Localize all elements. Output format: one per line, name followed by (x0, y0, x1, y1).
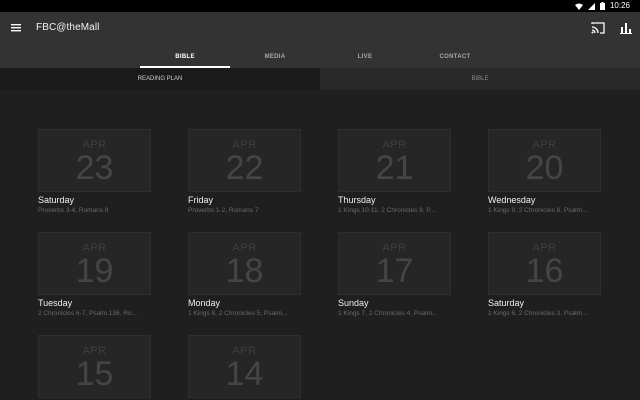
wifi-icon (574, 3, 583, 10)
reading-card[interactable]: APR 15 (38, 335, 151, 398)
date-tile: APR 23 (38, 129, 151, 192)
reading-weekday: Saturday (488, 298, 525, 308)
reading-card[interactable]: APR 17 Sunday 1 Kings 7, 2 Chronicles 4,… (338, 232, 451, 317)
reading-passage: 1 Kings 10-11, 2 Chronicles 9, P... (338, 207, 436, 214)
cast-icon[interactable] (590, 20, 606, 36)
menu-icon[interactable] (10, 21, 23, 34)
tile-day: 18 (225, 252, 264, 290)
reading-card[interactable]: APR 16 Saturday 1 Kings 6, 2 Chronicles … (488, 232, 601, 317)
reading-weekday: Monday (188, 298, 221, 308)
reading-passage: 1 Kings 9, 2 Chronicles 8, Psalm... (488, 207, 588, 214)
status-time: 10:26 (609, 1, 630, 10)
date-tile: APR 14 (188, 335, 301, 398)
reading-passage: 1 Kings 8, 2 Chronicles 5, Psalm... (188, 310, 288, 317)
tile-day: 15 (75, 355, 114, 393)
tile-day: 22 (225, 149, 264, 187)
reading-weekday: Thursday (338, 195, 376, 205)
reading-weekday: Tuesday (38, 298, 73, 308)
date-tile: APR 16 (488, 232, 601, 295)
reading-card[interactable]: APR 20 Wednesday 1 Kings 9, 2 Chronicles… (488, 129, 601, 214)
date-tile: APR 17 (338, 232, 451, 295)
reading-card[interactable]: APR 18 Monday 1 Kings 8, 2 Chronicles 5,… (188, 232, 301, 317)
reading-card[interactable]: APR 22 Friday Proverbs 1-2, Romans 7 (188, 129, 301, 214)
tile-day: 19 (75, 252, 114, 290)
reading-passage: 2 Chronicles 6-7, Psalm 136, Ro... (38, 310, 137, 317)
reading-plan-grid: APR 23 Saturday Proverbs 3-4, Romans 8 A… (0, 90, 640, 400)
reading-weekday: Friday (188, 195, 214, 205)
date-tile: APR 21 (338, 129, 451, 192)
app-bar-actions (590, 20, 634, 36)
bar-chart-icon[interactable] (618, 20, 634, 36)
app-title: FBC@theMall (36, 22, 100, 33)
app-bar: FBC@theMall (0, 12, 640, 44)
tab-contact[interactable]: CONTACT (410, 44, 500, 68)
date-tile: APR 19 (38, 232, 151, 295)
tile-day: 14 (225, 355, 264, 393)
date-tile: APR 22 (188, 129, 301, 192)
signal-icon (587, 2, 595, 10)
date-tile: APR 20 (488, 129, 601, 192)
reading-passage: Proverbs 3-4, Romans 8 (38, 207, 109, 214)
tile-day: 21 (375, 149, 414, 187)
reading-card[interactable]: APR 19 Tuesday 2 Chronicles 6-7, Psalm 1… (38, 232, 151, 317)
tile-day: 20 (525, 149, 564, 187)
date-tile: APR 15 (38, 335, 151, 398)
date-tile: APR 18 (188, 232, 301, 295)
tab-media[interactable]: MEDIA (230, 44, 320, 68)
subtab-reading-plan[interactable]: READING PLAN (0, 68, 320, 90)
tile-day: 16 (525, 252, 564, 290)
reading-card[interactable]: APR 23 Saturday Proverbs 3-4, Romans 8 (38, 129, 151, 214)
tile-day: 23 (75, 149, 114, 187)
reading-weekday: Saturday (38, 195, 75, 205)
reading-passage: 1 Kings 7, 2 Chronicles 4, Psalm... (338, 310, 438, 317)
tile-day: 17 (375, 252, 414, 290)
reading-passage: Proverbs 1-2, Romans 7 (188, 207, 259, 214)
subtab-bible[interactable]: BIBLE (320, 68, 640, 90)
status-icons: 10:26 (574, 0, 630, 12)
main-tabs: BIBLE MEDIA LIVE CONTACT (0, 44, 640, 68)
tab-bible[interactable]: BIBLE (140, 44, 230, 68)
reading-passage: 1 Kings 6, 2 Chronicles 3, Psalm... (488, 310, 588, 317)
tab-live[interactable]: LIVE (320, 44, 410, 68)
battery-icon (599, 2, 605, 10)
reading-weekday: Wednesday (488, 195, 536, 205)
status-bar: 10:26 (0, 0, 640, 12)
reading-card[interactable]: APR 21 Thursday 1 Kings 10-11, 2 Chronic… (338, 129, 451, 214)
reading-weekday: Sunday (338, 298, 369, 308)
sub-tabs: READING PLAN BIBLE (0, 68, 640, 90)
reading-card[interactable]: APR 14 (188, 335, 301, 398)
